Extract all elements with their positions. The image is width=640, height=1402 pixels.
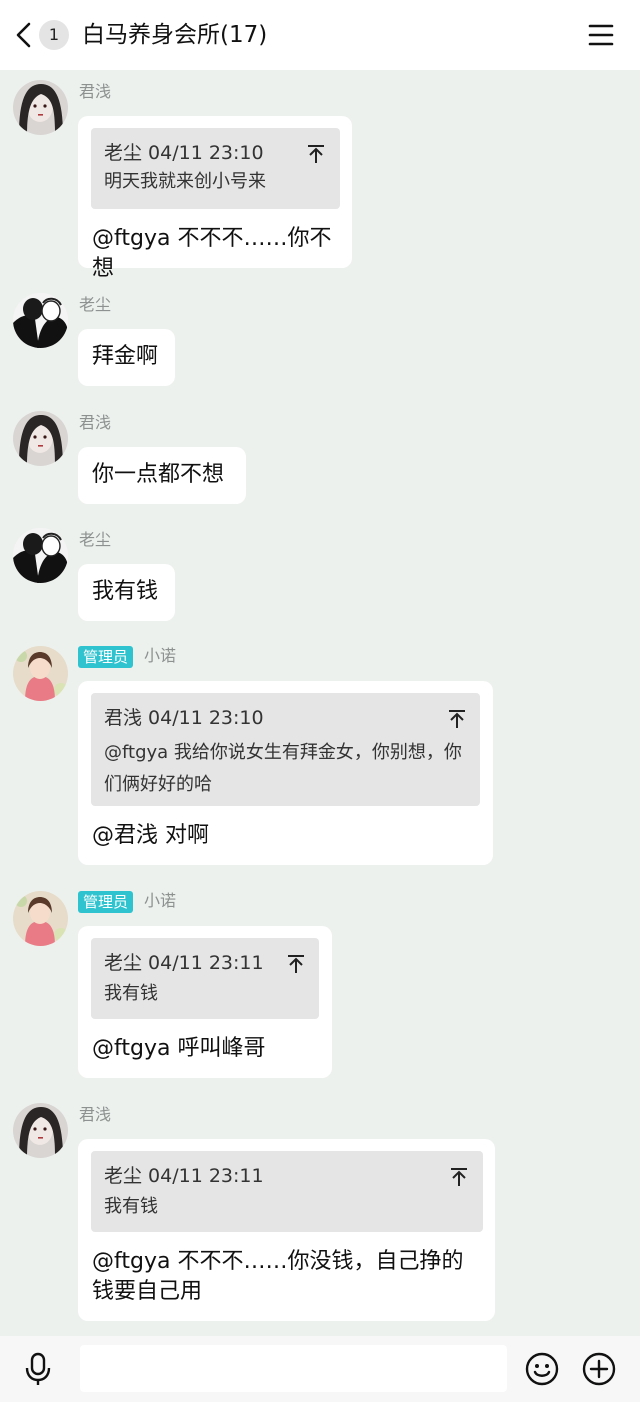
quote-text: 明天我就来创小号来: [104, 171, 266, 192]
sender-name: 老尘: [79, 530, 112, 549]
pin-to-top-icon[interactable]: [448, 709, 466, 729]
hamburger-menu-icon: [588, 24, 614, 46]
message-text: @ftgya 不不不……你没钱，自己挣的钱要自己用: [92, 1249, 464, 1304]
avatar-image: [13, 80, 68, 135]
avatar[interactable]: [13, 891, 68, 946]
quote-header: 老尘 04/11 23:10: [104, 142, 264, 164]
microphone-icon[interactable]: [24, 1352, 52, 1386]
input-bar: [0, 1336, 640, 1402]
quote-header: 老尘 04/11 23:11: [104, 952, 264, 974]
chevron-left-icon: [16, 22, 31, 48]
avatar[interactable]: [13, 1103, 68, 1158]
avatar[interactable]: [13, 528, 68, 583]
quote-text: 我有钱: [104, 983, 158, 1004]
message-bubble[interactable]: 我有钱: [78, 564, 175, 621]
message-text: 拜金啊: [92, 344, 159, 369]
chat-header: 1 白马养身会所(17): [0, 0, 640, 70]
quoted-message[interactable]: 老尘 04/11 23:10 明天我就来创小号来: [91, 128, 340, 209]
pin-to-top-icon[interactable]: [307, 144, 325, 164]
quoted-message[interactable]: 老尘 04/11 23:11 我有钱: [91, 938, 319, 1019]
message-text: @君浅 对啊: [92, 823, 209, 848]
message-bubble[interactable]: 老尘 04/11 23:11 我有钱 @ftgya 不不不……你没钱，自己挣的钱…: [78, 1139, 495, 1321]
sender-name: 小诺: [144, 891, 177, 910]
avatar-image: [13, 293, 68, 348]
message-input[interactable]: [80, 1345, 507, 1392]
quoted-message[interactable]: 老尘 04/11 23:11 我有钱: [91, 1151, 483, 1232]
quote-text: @ftgya 我给你说女生有拜金女，你别想，你们俩好好的哈: [104, 742, 462, 795]
avatar-image: [13, 646, 68, 701]
sender-name: 君浅: [79, 82, 112, 101]
message-bubble[interactable]: 拜金啊: [78, 329, 175, 386]
message-bubble[interactable]: 君浅 04/11 23:10 @ftgya 我给你说女生有拜金女，你别想，你们俩…: [78, 681, 493, 865]
quote-text: 我有钱: [104, 1196, 158, 1217]
sender-name: 老尘: [79, 295, 112, 314]
message-bubble[interactable]: 老尘 04/11 23:10 明天我就来创小号来 @ftgya 不不不……你不想: [78, 116, 352, 281]
menu-button[interactable]: [588, 22, 614, 48]
pin-to-top-icon[interactable]: [450, 1167, 468, 1187]
quote-header: 君浅 04/11 23:10: [104, 707, 264, 729]
avatar[interactable]: [13, 293, 68, 348]
back-button[interactable]: 1: [12, 16, 72, 54]
unread-count-badge: 1: [39, 20, 69, 50]
group-title: 白马养身会所(17): [82, 22, 268, 48]
sender-name: 君浅: [79, 1105, 112, 1124]
avatar-image: [13, 1103, 68, 1158]
sender-name: 君浅: [79, 413, 112, 432]
quoted-message[interactable]: 君浅 04/11 23:10 @ftgya 我给你说女生有拜金女，你别想，你们俩…: [91, 693, 480, 806]
admin-badge: 管理员: [78, 646, 134, 668]
admin-badge: 管理员: [78, 891, 134, 913]
message-text: @ftgya 呼叫峰哥: [92, 1036, 266, 1061]
message-bubble[interactable]: 老尘 04/11 23:11 我有钱 @ftgya 呼叫峰哥: [78, 926, 332, 1078]
message-text: 我有钱: [92, 579, 159, 604]
avatar[interactable]: [13, 80, 68, 135]
message-text: 你一点都不想: [92, 462, 225, 487]
avatar-image: [13, 891, 68, 946]
message-bubble[interactable]: 你一点都不想: [78, 447, 246, 504]
sender-name: 小诺: [144, 646, 177, 665]
quote-header: 老尘 04/11 23:11: [104, 1165, 264, 1187]
plus-circle-icon[interactable]: [582, 1352, 616, 1386]
avatar[interactable]: [13, 646, 68, 701]
avatar-image: [13, 411, 68, 466]
pin-to-top-icon[interactable]: [287, 954, 305, 974]
avatar[interactable]: [13, 411, 68, 466]
message-text: @ftgya 不不不……你不想: [92, 226, 332, 281]
avatar-image: [13, 528, 68, 583]
smiley-face-icon[interactable]: [525, 1352, 559, 1386]
